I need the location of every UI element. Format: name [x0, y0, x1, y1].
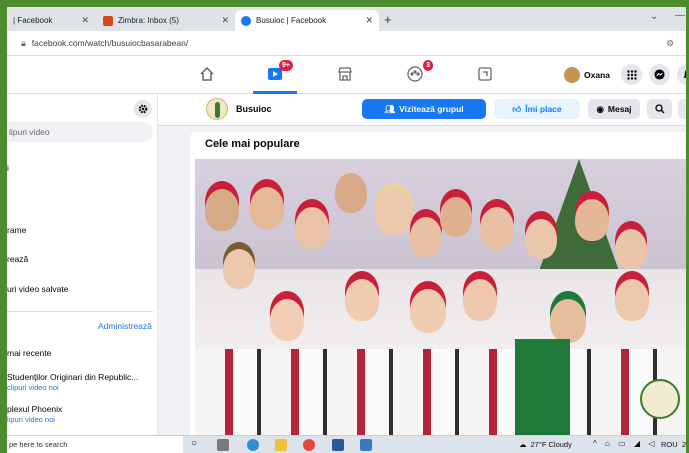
- menu-grid-icon[interactable]: [621, 64, 642, 85]
- facebook-icon: [241, 15, 251, 26]
- page-name: Studenților Originari din Republic...: [7, 372, 139, 382]
- manage-link[interactable]: Administrează: [98, 321, 152, 331]
- weather-text: 27°F Cloudy: [530, 440, 572, 449]
- page-name: plexul Phoenix: [7, 404, 63, 414]
- watch-icon[interactable]: 9+: [265, 60, 293, 84]
- like-button[interactable]: 👍︎ Îmi place: [494, 99, 580, 119]
- visit-group-button[interactable]: 👥︎ Vizitează grupul: [362, 99, 486, 119]
- taskbar: pe here to search ○ ☁ 27°F Cloudy ^ ⌂ ▭ …: [7, 435, 686, 453]
- minimize-button[interactable]: —: [675, 10, 685, 21]
- taskbar-search-input[interactable]: pe here to search: [7, 436, 183, 453]
- sidebar-item-home[interactable]: i: [7, 163, 9, 173]
- notifications-icon[interactable]: [677, 64, 686, 85]
- gear-icon[interactable]: [134, 100, 152, 118]
- photos-icon[interactable]: [360, 439, 372, 451]
- divider: [7, 311, 153, 312]
- video-thumbnail[interactable]: [195, 159, 686, 435]
- message-button[interactable]: ◉ Mesaj: [588, 99, 640, 119]
- tab-search-chevron[interactable]: ⌄: [650, 11, 658, 22]
- zimbra-icon: [103, 15, 113, 26]
- cloud-icon: ☁: [519, 440, 527, 449]
- weather-widget[interactable]: ☁ 27°F Cloudy: [519, 440, 572, 449]
- sidebar-page-1[interactable]: Studenților Originari din Republic... cl…: [7, 372, 138, 392]
- groups-badge: 3: [423, 60, 433, 71]
- search-input[interactable]: lipuri video: [7, 122, 153, 142]
- group-icon: 👥︎: [384, 103, 396, 114]
- sidebar-item-saved[interactable]: uri video salvate: [7, 284, 68, 294]
- section-title: Cele mai populare: [205, 138, 300, 150]
- tab-title: Busuioc | Facebook: [256, 16, 327, 25]
- page-sub: clipuri video noi: [7, 383, 59, 392]
- messenger-icon[interactable]: [649, 64, 670, 85]
- page-watermark-logo: [640, 379, 680, 419]
- more-button[interactable]: ⌄: [678, 99, 686, 119]
- clock[interactable]: 2: [682, 440, 686, 449]
- tab-strip: | Facebook ✕ Zimbra: Inbox (5) ✕ Busuioc…: [7, 7, 686, 31]
- word-icon[interactable]: [332, 439, 344, 451]
- chevron-down-icon: ⌄: [684, 104, 686, 115]
- task-view-icon[interactable]: [217, 439, 229, 451]
- lock-icon: 🔒︎: [21, 37, 26, 48]
- marketplace-icon[interactable]: [335, 64, 355, 84]
- like-label: Îmi place: [525, 104, 562, 114]
- tab-zimbra[interactable]: Zimbra: Inbox (5) ✕: [97, 10, 235, 31]
- gaming-icon[interactable]: [475, 64, 495, 84]
- messenger-icon: ◉: [596, 103, 604, 114]
- search-button[interactable]: [647, 99, 672, 119]
- sidebar-item-explore[interactable]: rează: [7, 254, 28, 264]
- url-text[interactable]: facebook.com/watch/busuiocbasarabean/: [32, 38, 188, 48]
- avatar: [564, 67, 580, 83]
- page-name[interactable]: Busuioc: [236, 104, 272, 114]
- thumbs-up-icon: 👍︎: [512, 103, 522, 114]
- video-section: Cele mai populare: [190, 132, 686, 435]
- search-icon: [654, 104, 664, 114]
- sidebar-page-2[interactable]: plexul Phoenix lipuri video noi: [7, 404, 62, 424]
- page-avatar[interactable]: [206, 98, 228, 120]
- page-sub: lipuri video noi: [7, 415, 55, 424]
- visit-group-label: Vizitează grupul: [399, 104, 464, 114]
- tab-facebook[interactable]: | Facebook ✕: [7, 10, 95, 31]
- new-tab-button[interactable]: +: [384, 12, 392, 27]
- cortana-icon[interactable]: ○: [191, 438, 197, 449]
- edge-icon[interactable]: [247, 439, 259, 451]
- tab-busuioc[interactable]: Busuioc | Facebook ✕: [235, 10, 379, 31]
- close-icon[interactable]: ✕: [81, 15, 89, 26]
- main-content: Busuioc 👥︎ Vizitează grupul 👍︎ Îmi place…: [158, 94, 686, 435]
- watch-badge: 9+: [279, 60, 293, 71]
- watch-sidebar: lipuri video i rame rează uri video salv…: [7, 94, 158, 435]
- message-label: Mesaj: [607, 104, 632, 114]
- profile-chip[interactable]: Oxana: [564, 66, 610, 84]
- tab-title: Zimbra: Inbox (5): [118, 16, 179, 25]
- address-bar[interactable]: 🔒︎ facebook.com/watch/busuiocbasarabean/…: [7, 31, 686, 56]
- chrome-icon[interactable]: [303, 439, 315, 451]
- system-tray-icons[interactable]: ^ ⌂ ▭ ◢ ◁: [593, 439, 657, 448]
- sidebar-item-reels[interactable]: rame: [7, 225, 26, 235]
- latest-videos-item[interactable]: mai recente: [7, 348, 51, 358]
- settings-icon[interactable]: ⚙: [666, 38, 674, 49]
- browser-window: | Facebook ✕ Zimbra: Inbox (5) ✕ Busuioc…: [7, 7, 686, 453]
- language-indicator[interactable]: ROU: [661, 440, 678, 449]
- facebook-nav: 9+ 3 Oxana: [7, 56, 686, 94]
- user-name: Oxana: [584, 70, 610, 80]
- tab-title: | Facebook: [13, 16, 53, 25]
- home-icon[interactable]: [197, 64, 217, 84]
- close-icon[interactable]: ✕: [365, 15, 373, 26]
- close-icon[interactable]: ✕: [221, 15, 229, 26]
- file-explorer-icon[interactable]: [275, 439, 287, 451]
- page-header: Busuioc 👥︎ Vizitează grupul 👍︎ Îmi place…: [158, 94, 686, 126]
- groups-icon[interactable]: 3: [405, 60, 433, 84]
